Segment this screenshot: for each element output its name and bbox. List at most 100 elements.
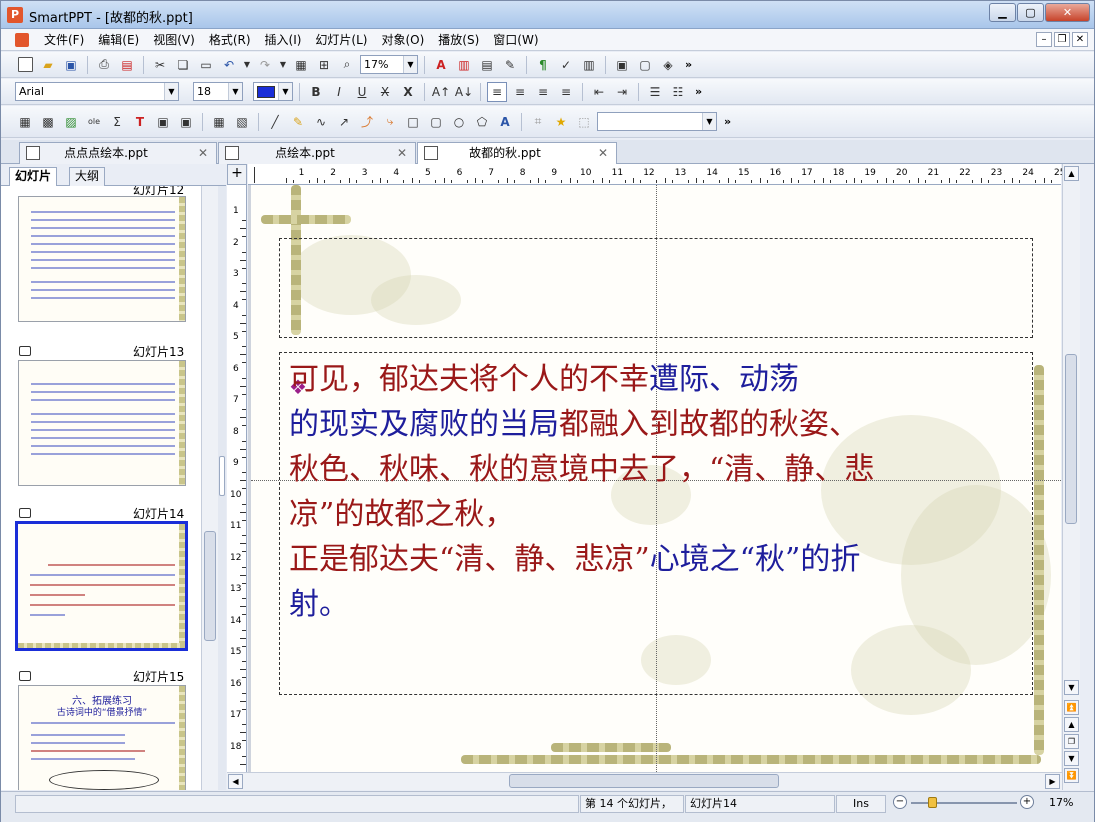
strikethrough-icon[interactable]: X — [375, 82, 395, 102]
menu-object[interactable]: 对象(O) — [374, 32, 431, 49]
document-icon[interactable] — [15, 33, 29, 47]
zoom-slider-thumb[interactable] — [928, 797, 937, 808]
slide-icon[interactable]: ▣ — [612, 55, 632, 75]
object-select[interactable]: ▼ — [597, 112, 717, 131]
pane-splitter[interactable] — [218, 186, 226, 790]
bold-icon[interactable]: B — [306, 82, 326, 102]
presentation-icon[interactable]: ▢ — [635, 55, 655, 75]
scroll-right-icon[interactable]: ▶ — [1045, 774, 1060, 789]
previous-slide-icon[interactable]: ▲ — [1064, 717, 1079, 732]
align-left-icon[interactable]: ≡ — [487, 81, 507, 102]
elbow-connector-icon[interactable]: ⤷ — [380, 112, 400, 132]
zoom-out-icon[interactable]: − — [893, 795, 907, 809]
align-center-icon[interactable]: ≡ — [510, 82, 530, 102]
tab-document-1[interactable]: 点点点绘本.ppt ✕ — [19, 142, 217, 164]
undo-dropdown-icon[interactable]: ▼ — [242, 55, 252, 75]
menu-play[interactable]: 播放(S) — [431, 32, 486, 49]
maximize-button[interactable]: ▢ — [1017, 3, 1044, 22]
slide-thumbnail-13[interactable] — [18, 360, 186, 486]
toolbar-overflow-icon[interactable]: » — [724, 115, 731, 128]
zoom-slider-track[interactable] — [911, 802, 1017, 804]
new-icon[interactable] — [15, 55, 35, 75]
word-count-icon[interactable]: ▥ — [579, 55, 599, 75]
spell-check-icon[interactable]: ✓ — [556, 55, 576, 75]
menu-slide[interactable]: 幻灯片(L) — [308, 32, 374, 49]
frame-icon[interactable]: ▣ — [153, 112, 173, 132]
paste-icon[interactable]: ▭ — [196, 55, 216, 75]
underline-icon[interactable]: U — [352, 82, 372, 102]
tab-outline[interactable]: 大纲 — [69, 167, 106, 186]
frame-alt-icon[interactable]: ▣ — [176, 112, 196, 132]
text-box-icon[interactable]: A — [431, 55, 451, 75]
ellipse-icon[interactable]: ○ — [449, 112, 469, 132]
undo-icon[interactable]: ↶ — [219, 55, 239, 75]
slide-thumbnail-12[interactable] — [18, 196, 186, 322]
menu-view[interactable]: 视图(V) — [146, 32, 202, 49]
shapes-icon[interactable]: ⬠ — [472, 112, 492, 132]
bullet-list-icon[interactable]: ☰ — [645, 82, 665, 102]
print-icon[interactable]: ⎙ — [94, 55, 114, 75]
menu-format[interactable]: 格式(R) — [202, 32, 258, 49]
package-icon[interactable]: ◈ — [658, 55, 678, 75]
mdi-minimize-button[interactable]: – — [1036, 32, 1052, 47]
close-tab-icon[interactable]: ✕ — [397, 143, 407, 163]
scrollbar-thumb[interactable] — [204, 531, 216, 641]
format-painter-icon[interactable]: ✎ — [500, 55, 520, 75]
crop-icon[interactable]: ⌗ — [528, 112, 548, 132]
scroll-down-icon[interactable]: ▼ — [1064, 680, 1079, 695]
editor-vertical-scrollbar[interactable]: ▲ ▼ ⏫ ▲ ❐ ▼ ⏬ — [1062, 164, 1080, 790]
tab-document-2[interactable]: 点绘本.ppt ✕ — [218, 142, 416, 164]
tab-document-3[interactable]: 故都的秋.ppt ✕ — [417, 142, 617, 165]
table-icon[interactable]: ▦ — [15, 112, 35, 132]
pdf-icon[interactable]: ▤ — [117, 55, 137, 75]
toolbar-overflow-icon[interactable]: » — [685, 58, 692, 71]
close-tab-icon[interactable]: ✕ — [598, 143, 608, 163]
zoom-select[interactable]: 17% ▼ — [360, 55, 418, 74]
cut-icon[interactable]: ✂ — [150, 55, 170, 75]
close-tab-icon[interactable]: ✕ — [198, 143, 208, 163]
copy-icon[interactable]: ❏ — [173, 55, 193, 75]
scrollbar-thumb[interactable] — [509, 774, 779, 788]
last-slide-icon[interactable]: ⏬ — [1064, 768, 1079, 783]
wordart-icon[interactable]: A — [495, 112, 515, 132]
rounded-rectangle-icon[interactable]: ▢ — [426, 112, 446, 132]
increase-indent-icon[interactable]: ⇥ — [612, 82, 632, 102]
menu-edit[interactable]: 编辑(E) — [91, 32, 146, 49]
first-slide-icon[interactable]: ⏫ — [1064, 700, 1079, 715]
connector-icon[interactable]: ⤴ — [357, 112, 377, 132]
mdi-close-button[interactable]: ✕ — [1072, 32, 1088, 47]
save-icon[interactable]: ▣ — [61, 55, 81, 75]
scroll-up-icon[interactable]: ▲ — [1064, 166, 1079, 181]
page-setup-icon[interactable]: ▦ — [291, 55, 311, 75]
picture-icon[interactable]: ▨ — [61, 112, 81, 132]
select-object-icon[interactable]: ⬚ — [574, 112, 594, 132]
ruler-corner-button[interactable]: + — [227, 164, 247, 185]
menu-insert[interactable]: 插入(I) — [258, 32, 309, 49]
magnifier-icon[interactable]: ⌕ — [337, 55, 357, 75]
textbox-icon[interactable]: T — [130, 112, 150, 132]
justify-icon[interactable]: ≡ — [556, 82, 576, 102]
open-folder-icon[interactable]: ▰ — [38, 55, 58, 75]
restore-view-icon[interactable]: ❐ — [1064, 734, 1079, 749]
paragraph-mark-icon[interactable]: ¶ — [533, 55, 553, 75]
title-placeholder[interactable] — [279, 238, 1033, 338]
minimize-button[interactable]: ▁ — [989, 3, 1016, 22]
curve-icon[interactable]: ∿ — [311, 112, 331, 132]
scrollbar-thumb[interactable] — [1065, 354, 1077, 524]
decrease-font-icon[interactable]: A↓ — [454, 82, 474, 102]
slide-thumbnail-15[interactable]: 六、拓展练习 古诗词中的“借景抒情” — [18, 685, 186, 790]
align-right-icon[interactable]: ≡ — [533, 82, 553, 102]
numbered-list-icon[interactable]: ☷ — [668, 82, 688, 102]
menu-file[interactable]: 文件(F) — [37, 32, 91, 49]
toolbar-overflow-icon[interactable]: » — [695, 85, 702, 98]
next-slide-icon[interactable]: ▼ — [1064, 751, 1079, 766]
menu-window[interactable]: 窗口(W) — [486, 32, 545, 49]
tab-slides[interactable]: 幻灯片 — [9, 167, 58, 186]
grid-table-icon[interactable]: ▩ — [38, 112, 58, 132]
formula-icon[interactable]: Σ — [107, 112, 127, 132]
zoom-in-icon[interactable]: + — [1020, 795, 1034, 809]
body-text[interactable]: 可见，郁达夫将个人的不幸遭际、动荡 的现实及腐败的当局都融入到故都的秋姿、 秋色、秋… — [289, 357, 999, 627]
pen-icon[interactable]: ✎ — [288, 112, 308, 132]
redo-dropdown-icon[interactable]: ▼ — [278, 55, 288, 75]
decrease-indent-icon[interactable]: ⇤ — [589, 82, 609, 102]
